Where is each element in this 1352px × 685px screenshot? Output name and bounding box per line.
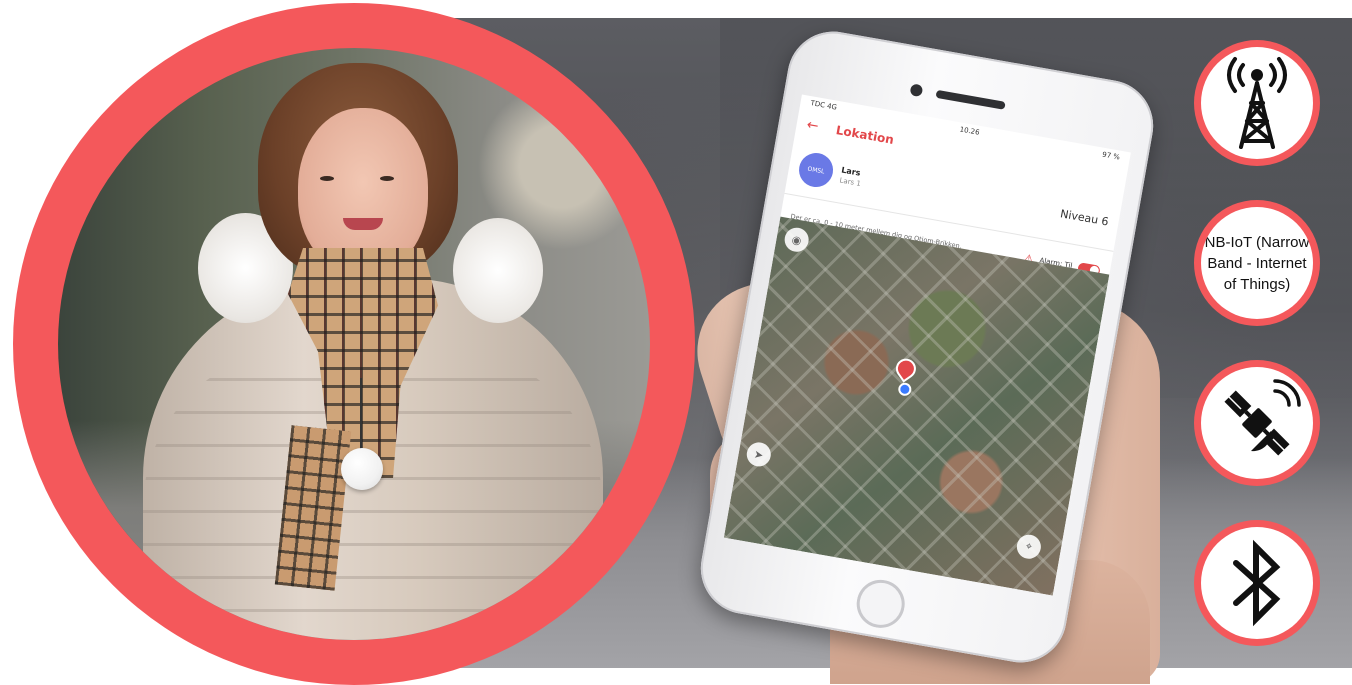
badge-cell-tower [1194,40,1320,166]
satellite-icon [1224,379,1301,456]
location-pin-icon[interactable] [891,354,920,383]
portrait-photo [58,48,650,640]
satellite-map[interactable]: ◉ ➤ ⌖ [723,216,1110,596]
badge-bluetooth [1194,520,1320,646]
clock-label: 10.26 [958,125,981,137]
smile [343,218,383,230]
pendant-cord [360,378,362,453]
cell-tower-icon [1227,57,1287,149]
left-eye [320,176,334,181]
back-arrow-icon[interactable]: ← [805,117,819,135]
map-layers-icon[interactable]: ◉ [782,225,811,254]
crosshair-icon[interactable]: ⌖ [1014,532,1043,561]
right-eye [380,176,394,181]
badge-nb-iot: NB-IoT (Narrow Band - Internet of Things… [1194,200,1320,326]
carrier-label: TDC 4G [809,99,838,112]
badge-satellite [1194,360,1320,486]
screen-title: Lokation [834,123,895,147]
fur-collar-right [453,218,543,323]
compass-icon[interactable]: ➤ [744,440,773,469]
bluetooth-icon [1233,539,1281,627]
level-label: Niveau 6 [1059,206,1110,229]
battery-label: 97 % [1101,150,1121,162]
device-avatar: OMSL [796,150,836,190]
tracker-pendant [341,448,383,490]
nb-iot-label: NB-IoT (Narrow Band - Internet of Things… [1204,233,1310,293]
user-location-dot [897,381,913,397]
